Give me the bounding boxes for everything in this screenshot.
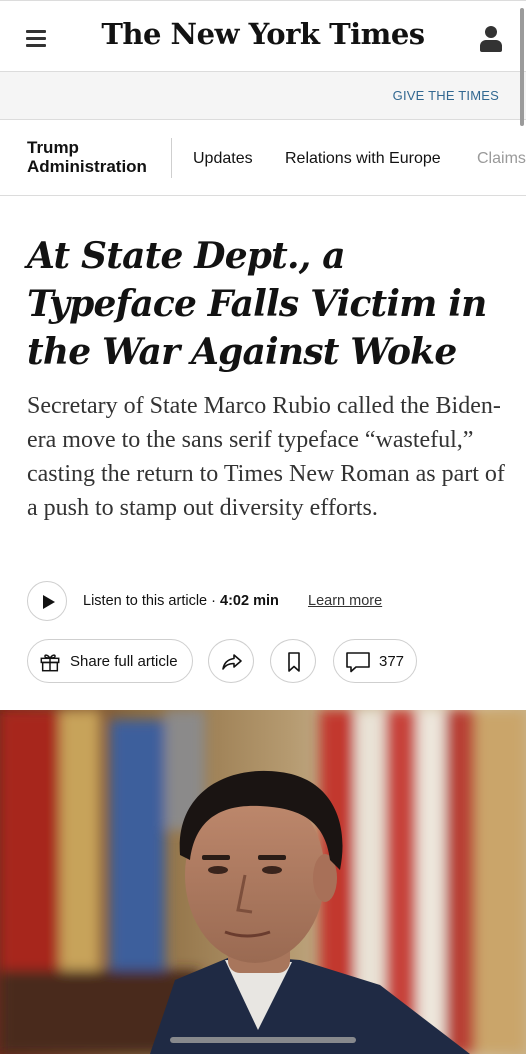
nav-link-relations-with-europe[interactable]: Relations with Europe xyxy=(285,150,441,168)
article-summary: Secretary of State Marco Rubio called th… xyxy=(27,393,505,521)
comments-button[interactable]: 377 xyxy=(333,639,417,683)
listen-separator: · xyxy=(211,593,216,609)
promo-bar: GIVE THE TIMES xyxy=(0,72,526,120)
nav-link-updates[interactable]: Updates xyxy=(193,150,253,168)
share-label: Share full article xyxy=(70,653,178,670)
comment-count: 377 xyxy=(379,653,405,670)
comment-icon xyxy=(346,652,370,673)
section-nav: Trump Administration Updates Relations w… xyxy=(0,120,526,196)
article-headline: At State Dept., a Typeface Falls Victim … xyxy=(27,235,487,373)
listen-duration: 4:02 min xyxy=(220,593,279,609)
play-button[interactable] xyxy=(27,581,67,621)
give-the-times-link[interactable]: GIVE THE TIMES xyxy=(393,88,499,103)
listen-label: Listen to this article xyxy=(83,593,208,609)
action-row: Share full article 377 xyxy=(27,639,507,685)
home-indicator[interactable] xyxy=(170,1037,356,1043)
top-bar: The New York Times xyxy=(0,0,526,72)
learn-more-link[interactable]: Learn more xyxy=(308,593,382,609)
scrollbar[interactable] xyxy=(520,8,524,126)
nav-link-claims[interactable]: Claims xyxy=(477,150,526,168)
share-arrow-icon xyxy=(222,654,242,670)
section-title[interactable]: Trump Administration xyxy=(27,138,157,176)
nav-divider xyxy=(171,138,172,178)
save-button[interactable] xyxy=(270,639,316,683)
share-full-article-button[interactable]: Share full article xyxy=(27,639,193,683)
nyt-logo[interactable]: The New York Times xyxy=(0,17,526,51)
bookmark-icon xyxy=(288,652,300,672)
gift-icon xyxy=(40,654,60,672)
person-icon[interactable] xyxy=(480,26,502,54)
hero-image xyxy=(0,710,526,1054)
listen-row: Listen to this article · 4:02 min Learn … xyxy=(27,581,507,623)
listen-text: Listen to this article · 4:02 min xyxy=(83,593,279,609)
play-icon xyxy=(43,595,55,609)
hero-photo xyxy=(0,710,526,1054)
share-button[interactable] xyxy=(208,639,254,683)
